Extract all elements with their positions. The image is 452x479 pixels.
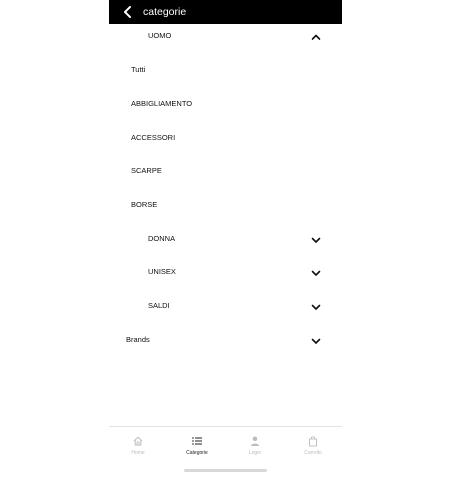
tab-carrello-label: Carrello [304,450,322,456]
category-saldi-label: SALDI [148,301,170,310]
chevron-left-icon[interactable] [121,5,135,19]
app-screen: categorie UOMO Tutti ABBIGLIAMENTO ACCES… [109,0,342,479]
tab-login[interactable]: Login [235,435,275,463]
subcategory-label: SCARPE [131,166,162,175]
page-title: categorie [143,6,187,18]
home-indicator [184,469,267,472]
chevron-down-icon[interactable] [310,334,322,346]
tab-categorie[interactable]: Categorie [177,435,217,463]
category-donna[interactable]: DONNA [109,229,342,249]
home-icon [118,435,158,447]
category-brands-label: Brands [126,335,150,344]
tab-carrello[interactable]: Carrello [293,435,333,463]
tab-home-label: Home [131,450,145,456]
subcategory-label: ACCESSORI [131,133,176,142]
category-saldi[interactable]: SALDI [109,296,342,316]
subcategory-borse[interactable]: BORSE [109,195,342,215]
bag-icon [293,435,333,447]
chevron-down-icon[interactable] [310,266,322,278]
subcategory-label: Tutti [131,65,146,74]
subcategory-label: ABBIGLIAMENTO [131,99,193,108]
list-icon [177,435,217,447]
chevron-down-icon[interactable] [310,300,322,312]
category-donna-label: DONNA [148,234,176,243]
subcategory-accessori[interactable]: ACCESSORI [109,128,342,148]
category-uomo[interactable]: UOMO [109,26,342,46]
tab-home[interactable]: Home [118,435,158,463]
tab-login-label: Login [248,450,262,456]
header-bar: categorie [109,0,342,24]
chevron-down-icon[interactable] [310,233,322,245]
bottom-tab-bar: Home Categorie Login Carrello [109,426,342,467]
subcategory-label: BORSE [131,200,158,209]
subcategory-scarpe[interactable]: SCARPE [109,161,342,181]
subcategory-tutti[interactable]: Tutti [109,60,342,80]
chevron-up-icon[interactable] [310,30,322,42]
category-unisex-label: UNISEX [148,267,176,276]
tab-categorie-label: Categorie [186,450,208,456]
category-brands[interactable]: Brands [109,330,342,350]
subcategory-abbigliamento[interactable]: ABBIGLIAMENTO [109,94,342,114]
category-uomo-label: UOMO [148,31,172,40]
category-unisex[interactable]: UNISEX [109,262,342,282]
user-icon [235,435,275,447]
